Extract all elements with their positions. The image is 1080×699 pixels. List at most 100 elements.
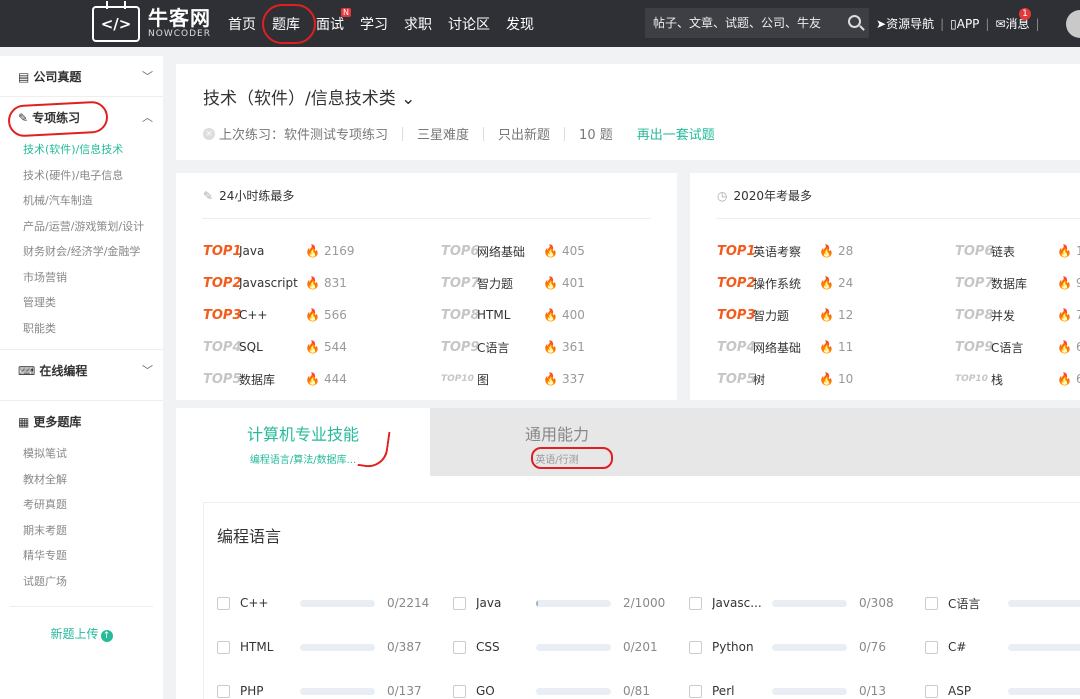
rank-item[interactable]: TOP4 网络基础 🔥 11 xyxy=(717,331,853,363)
sidebar-item-plaza[interactable]: 试题广场 xyxy=(0,569,163,595)
sidebar-item-management[interactable]: 管理类 xyxy=(0,290,163,316)
rank-name: 数据库 xyxy=(239,372,276,387)
nav-learn[interactable]: 学习 xyxy=(360,14,388,34)
rank-item[interactable]: TOP7 数据库 🔥 9 xyxy=(955,267,1080,299)
sidebar-item-software[interactable]: 技术(软件)/信息技术 xyxy=(0,137,163,163)
rank-item[interactable]: TOP9 C语言 🔥 361 xyxy=(441,331,585,363)
tab-general-ability[interactable]: 通用能力 英语/行测 xyxy=(430,408,684,476)
progress-fill xyxy=(536,599,538,607)
rank-count: 24 xyxy=(837,276,854,290)
skill-checkbox[interactable] xyxy=(217,640,230,654)
skill-name: GO xyxy=(476,684,495,698)
nav-home[interactable]: 首页 xyxy=(228,14,256,34)
skill-item[interactable]: Javasc... 0/308 xyxy=(689,595,894,611)
rank-item[interactable]: TOP3 C++ 🔥 566 xyxy=(203,299,355,331)
skill-checkbox[interactable] xyxy=(217,596,230,610)
rank-card-2020: ◷ 2020年考最多 TOP1 英语考察 🔥 28 TOP2 操作系统 🔥 24 TOP3 智力题 🔥… xyxy=(690,173,1080,400)
skill-checkbox[interactable] xyxy=(925,596,938,610)
skill-progress-bar xyxy=(772,687,847,695)
fire-icon: 🔥 xyxy=(305,340,320,354)
nav-forum[interactable]: 讨论区 xyxy=(448,14,490,34)
sidebar-item-final-exam[interactable]: 期末考题 xyxy=(0,518,163,544)
rank-name: SQL xyxy=(239,340,263,354)
rank-name: 网络基础 xyxy=(753,340,802,355)
skill-name: C# xyxy=(948,640,967,654)
skill-checkbox[interactable] xyxy=(453,684,466,698)
sidebar-item-textbook[interactable]: 教材全解 xyxy=(0,467,163,493)
nav-jobs[interactable]: 求职 xyxy=(404,14,432,34)
upload-question-link[interactable]: 新题上传 ↑ xyxy=(0,625,163,642)
nav-discover[interactable]: 发现 xyxy=(506,14,534,34)
rank-item[interactable]: TOP5 数据库 🔥 444 xyxy=(203,363,355,395)
rank-item[interactable]: TOP1 英语考察 🔥 28 xyxy=(717,235,853,267)
skill-item[interactable]: Python 0/76 xyxy=(689,639,886,655)
search-icon[interactable] xyxy=(848,15,861,28)
logo[interactable]: </> 牛客网 NOWCODER xyxy=(92,0,220,42)
app-link[interactable]: APP xyxy=(957,17,980,31)
skill-checkbox[interactable] xyxy=(217,684,230,698)
rank-item[interactable]: TOP1 Java 🔥 2169 xyxy=(203,235,355,267)
search-input[interactable] xyxy=(653,16,843,30)
skill-item[interactable]: PHP 0/137 xyxy=(217,683,422,699)
skill-progress-bar xyxy=(300,643,375,651)
skill-item[interactable]: ASP xyxy=(925,683,1080,699)
skill-item[interactable]: HTML 0/387 xyxy=(217,639,422,655)
rank-item[interactable]: TOP2 操作系统 🔥 24 xyxy=(717,267,853,299)
sidebar-group-special[interactable]: ✎ 专项练习 ︿ xyxy=(10,97,153,137)
rank-item[interactable]: TOP6 网络基础 🔥 405 xyxy=(441,235,585,267)
avatar[interactable] xyxy=(1066,10,1080,38)
sidebar-item-functional[interactable]: 职能类 xyxy=(0,316,163,342)
fire-icon: 🔥 xyxy=(819,244,834,258)
rank-tag: TOP10 xyxy=(441,374,474,384)
tab-computer-skills[interactable]: 计算机专业技能 编程语言/算法/数据库... xyxy=(176,408,430,476)
skill-item[interactable]: C语言 xyxy=(925,595,1080,611)
skill-item[interactable]: GO 0/81 xyxy=(453,683,650,699)
rank-item[interactable]: TOP6 链表 🔥 1 xyxy=(955,235,1080,267)
rank-item[interactable]: TOP10 图 🔥 337 xyxy=(441,363,585,395)
sidebar-item-marketing[interactable]: 市场营销 xyxy=(0,265,163,291)
nav-question-bank[interactable]: 题库 xyxy=(262,3,316,44)
skill-item[interactable]: CSS 0/201 xyxy=(453,639,658,655)
skill-item[interactable]: C++ 0/2214 xyxy=(217,595,429,611)
sidebar-item-product[interactable]: 产品/运营/游戏策划/设计 xyxy=(0,214,163,240)
rank-item[interactable]: TOP9 C语言 🔥 6 xyxy=(955,331,1080,363)
skill-checkbox[interactable] xyxy=(925,640,938,654)
skill-item[interactable]: C# xyxy=(925,639,1080,655)
fire-icon: 🔥 xyxy=(819,308,834,322)
sidebar-group-online-coding[interactable]: ⌨ 在线编程 ﹀ xyxy=(10,350,153,390)
skill-checkbox[interactable] xyxy=(925,684,938,698)
sidebar-item-finance[interactable]: 财务财会/经济学/金融学 xyxy=(0,239,163,265)
skill-name: C++ xyxy=(240,596,269,610)
skill-item[interactable]: Perl 0/13 xyxy=(689,683,886,699)
skill-checkbox[interactable] xyxy=(689,596,702,610)
search-box xyxy=(645,8,869,38)
rank-item[interactable]: TOP10 栈 🔥 6 xyxy=(955,363,1080,395)
sidebar-group-more[interactable]: ▦ 更多题库 xyxy=(10,401,153,441)
resource-nav-link[interactable]: 资源导航 xyxy=(886,15,934,32)
close-icon[interactable]: × xyxy=(203,127,215,140)
nav-interview[interactable]: 面试 N xyxy=(316,7,351,34)
page-title[interactable]: 技术（软件）/信息技术类 ⌄ xyxy=(203,84,415,109)
skill-checkbox[interactable] xyxy=(453,596,466,610)
rank-count: 28 xyxy=(837,244,854,258)
rank-item[interactable]: TOP4 SQL 🔥 544 xyxy=(203,331,355,363)
rank-item[interactable]: TOP3 智力题 🔥 12 xyxy=(717,299,853,331)
rank-item[interactable]: TOP5 树 🔥 10 xyxy=(717,363,853,395)
skill-checkbox[interactable] xyxy=(453,640,466,654)
sidebar-item-hardware[interactable]: 技术(硬件)/电子信息 xyxy=(0,163,163,189)
sidebar-item-mock[interactable]: 模拟笔试 xyxy=(0,441,163,467)
sidebar-group-company[interactable]: ▤ 公司真题 ﹀ xyxy=(10,56,153,96)
sidebar-item-mechanical[interactable]: 机械/汽车制造 xyxy=(0,188,163,214)
rank-item[interactable]: TOP7 智力题 🔥 401 xyxy=(441,267,585,299)
rank-item[interactable]: TOP8 并发 🔥 7 xyxy=(955,299,1080,331)
skill-checkbox[interactable] xyxy=(689,684,702,698)
skill-item[interactable]: Java 2/1000 xyxy=(453,595,665,611)
rank-count: 1 xyxy=(1075,244,1080,258)
sidebar-item-featured[interactable]: 精华专题 xyxy=(0,543,163,569)
fire-icon: 🔥 xyxy=(1057,244,1072,258)
rank-item[interactable]: TOP8 HTML 🔥 400 xyxy=(441,299,585,331)
regenerate-button[interactable]: 再出一套试题 xyxy=(637,124,715,143)
skill-checkbox[interactable] xyxy=(689,640,702,654)
sidebar-item-postgrad[interactable]: 考研真题 xyxy=(0,492,163,518)
rank-item[interactable]: TOP2 Javascript 🔥 831 xyxy=(203,267,355,299)
